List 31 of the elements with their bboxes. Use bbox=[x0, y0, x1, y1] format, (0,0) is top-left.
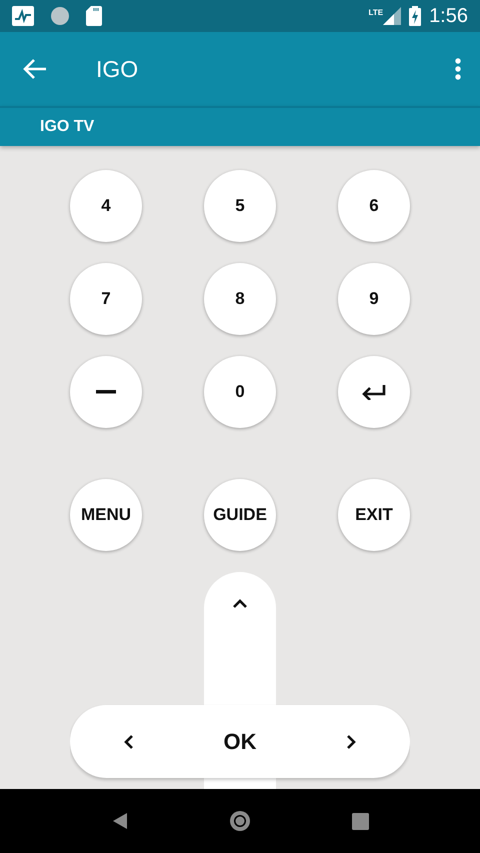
number-key[interactable]: 9 bbox=[338, 263, 410, 335]
number-key[interactable]: 4 bbox=[70, 170, 142, 242]
number-key[interactable]: 6 bbox=[338, 170, 410, 242]
signal-icon bbox=[383, 7, 402, 25]
more-options-icon[interactable] bbox=[454, 57, 462, 81]
home-icon[interactable] bbox=[228, 809, 252, 833]
tab[interactable]: IGO TV bbox=[40, 115, 94, 139]
activity-icon bbox=[12, 6, 34, 26]
chevron-up-icon bbox=[232, 598, 248, 608]
recents-icon[interactable] bbox=[352, 812, 368, 830]
circle-icon bbox=[50, 6, 70, 26]
number-key[interactable]: 5 bbox=[204, 170, 276, 242]
ok-button[interactable]: OK bbox=[220, 721, 260, 762]
number-key[interactable]: 7 bbox=[70, 263, 142, 335]
app-title: IGO bbox=[96, 54, 138, 84]
clock: 1:56 bbox=[429, 4, 468, 29]
dash-icon bbox=[96, 390, 116, 394]
chevron-right-icon bbox=[346, 734, 356, 750]
number-key[interactable]: 8 bbox=[204, 263, 276, 335]
back-icon[interactable] bbox=[112, 812, 128, 830]
function-key[interactable]: GUIDE bbox=[204, 479, 276, 551]
chevron-left-icon bbox=[124, 734, 134, 750]
number-key[interactable]: 0 bbox=[204, 356, 276, 428]
function-key[interactable]: MENU bbox=[70, 479, 142, 551]
sd-card-icon bbox=[86, 6, 102, 26]
battery-charging-icon bbox=[409, 6, 422, 26]
back-arrow-icon[interactable] bbox=[22, 58, 48, 80]
network-type: LTE bbox=[368, 7, 384, 19]
enter-icon bbox=[361, 384, 387, 400]
function-key[interactable]: EXIT bbox=[338, 479, 410, 551]
enter-key[interactable] bbox=[338, 356, 410, 428]
